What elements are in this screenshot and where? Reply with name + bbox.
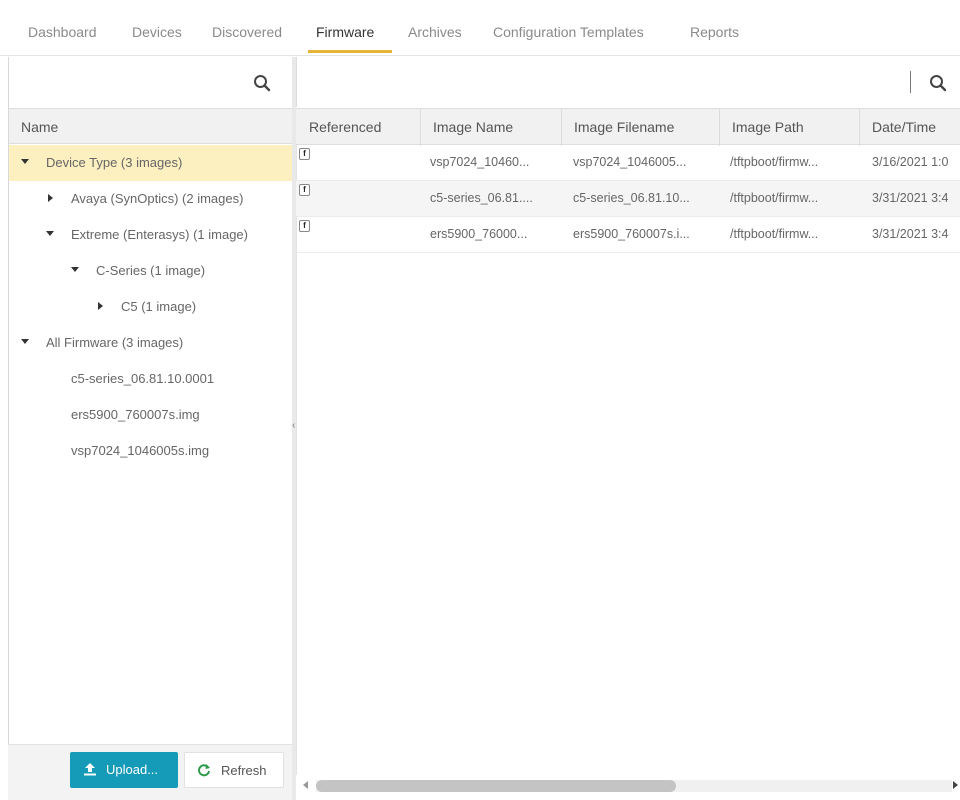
caret-down-icon[interactable] — [46, 231, 54, 236]
caret-right-icon[interactable] — [48, 194, 53, 202]
column-separator[interactable] — [420, 109, 421, 146]
caret-down-icon[interactable] — [21, 339, 29, 344]
tab-configuration-templates[interactable]: Configuration Templates — [493, 24, 644, 40]
search-icon[interactable] — [929, 74, 947, 92]
column-header-image-filename[interactable]: Image Filename — [574, 119, 674, 135]
firmware-grid-header: Referenced Image Name Image Filename Ima… — [296, 108, 960, 146]
table-row[interactable]: f c5-series_06.81.... c5-series_06.81.10… — [296, 181, 960, 217]
tree-leaf-label: ers5900_760007s.img — [71, 407, 200, 422]
cell-date-time: 3/31/2021 3:4 — [872, 191, 949, 205]
cell-date-time: 3/16/2021 1:0 — [872, 155, 949, 169]
tree-node-c5[interactable]: C5 (1 image) — [9, 289, 293, 325]
cell-image-name: ers5900_76000... — [430, 227, 528, 241]
referenced-flag-icon: f — [299, 148, 310, 160]
upload-icon — [82, 761, 98, 777]
refresh-icon — [197, 763, 211, 777]
scroll-left-arrow-icon[interactable] — [303, 781, 308, 789]
tab-discovered[interactable]: Discovered — [212, 24, 282, 40]
tree-node-avaya[interactable]: Avaya (SynOptics) (2 images) — [9, 181, 293, 217]
tab-dashboard[interactable]: Dashboard — [28, 24, 97, 40]
upload-button-label: Upload... — [106, 762, 159, 777]
tree-node-label: C-Series (1 image) — [96, 263, 206, 278]
cell-date-time: 3/31/2021 3:4 — [872, 227, 949, 241]
column-separator[interactable] — [719, 109, 720, 146]
cell-image-name: c5-series_06.81.... — [430, 191, 533, 205]
tree-leaf-c5-series[interactable]: c5-series_06.81.10.0001 — [9, 361, 293, 397]
tree-search-bar — [9, 57, 293, 107]
tree-leaf-label: c5-series_06.81.10.0001 — [71, 371, 215, 386]
column-header-referenced[interactable]: Referenced — [309, 119, 381, 135]
tree-node-device-type[interactable]: Device Type (3 images) — [9, 145, 293, 181]
tree-node-label: All Firmware (3 images) — [46, 335, 184, 350]
cell-image-filename: vsp7024_1046005... — [573, 155, 687, 169]
cell-image-path: /tftpboot/firmw... — [730, 227, 819, 241]
tree-node-label: Avaya (SynOptics) (2 images) — [71, 191, 244, 206]
cell-image-path: /tftpboot/firmw... — [730, 155, 819, 169]
tree-column-header[interactable]: Name — [9, 108, 293, 144]
refresh-button-label: Refresh — [221, 763, 267, 778]
search-icon[interactable] — [253, 74, 271, 92]
caret-down-icon[interactable] — [71, 267, 79, 272]
table-row[interactable]: f vsp7024_10460... vsp7024_1046005... /t… — [296, 145, 960, 181]
tree-node-label: Extreme (Enterasys) (1 image) — [71, 227, 248, 242]
column-separator[interactable] — [561, 109, 562, 146]
grid-toolbar — [296, 57, 960, 107]
refresh-button[interactable]: Refresh — [184, 752, 284, 788]
caret-right-icon[interactable] — [98, 302, 103, 310]
upload-button[interactable]: Upload... — [70, 752, 178, 788]
tree-leaf-ers5900[interactable]: ers5900_760007s.img — [9, 397, 293, 433]
table-row[interactable]: f ers5900_76000... ers5900_760007s.i... … — [296, 217, 960, 253]
tree-node-extreme[interactable]: Extreme (Enterasys) (1 image) — [9, 217, 293, 253]
tab-archives[interactable]: Archives — [408, 24, 462, 40]
tree-node-label: Device Type (3 images) — [46, 155, 183, 170]
tab-devices[interactable]: Devices — [132, 24, 182, 40]
firmware-tree-panel: Name Device Type (3 images) Avaya (SynOp… — [8, 57, 293, 800]
referenced-flag-icon: f — [299, 220, 310, 232]
tree-leaf-vsp7024[interactable]: vsp7024_1046005s.img — [9, 433, 293, 469]
tree-node-all-firmware[interactable]: All Firmware (3 images) — [9, 325, 293, 361]
tree-node-c-series[interactable]: C-Series (1 image) — [9, 253, 293, 289]
cell-image-filename: ers5900_760007s.i... — [573, 227, 690, 241]
scrollbar-thumb[interactable] — [316, 780, 676, 792]
tree-node-label: C5 (1 image) — [121, 299, 197, 314]
caret-down-icon[interactable] — [21, 159, 29, 164]
active-tab-indicator — [308, 50, 392, 53]
column-separator[interactable] — [859, 109, 860, 146]
cell-image-name: vsp7024_10460... — [430, 155, 530, 169]
cell-image-path: /tftpboot/firmw... — [730, 191, 819, 205]
cell-image-filename: c5-series_06.81.10... — [573, 191, 690, 205]
main-tab-bar: Dashboard Devices Discovered Firmware Ar… — [0, 0, 960, 56]
referenced-flag-icon: f — [299, 184, 310, 196]
column-header-name: Name — [21, 119, 59, 135]
tab-firmware[interactable]: Firmware — [316, 24, 374, 40]
scroll-right-arrow-icon[interactable] — [953, 781, 958, 789]
tab-reports[interactable]: Reports — [690, 24, 739, 40]
column-header-date-time[interactable]: Date/Time — [872, 119, 936, 135]
column-header-image-path[interactable]: Image Path — [732, 119, 804, 135]
column-header-image-name[interactable]: Image Name — [433, 119, 513, 135]
tree-leaf-label: vsp7024_1046005s.img — [71, 443, 210, 458]
toolbar-divider — [910, 71, 911, 93]
